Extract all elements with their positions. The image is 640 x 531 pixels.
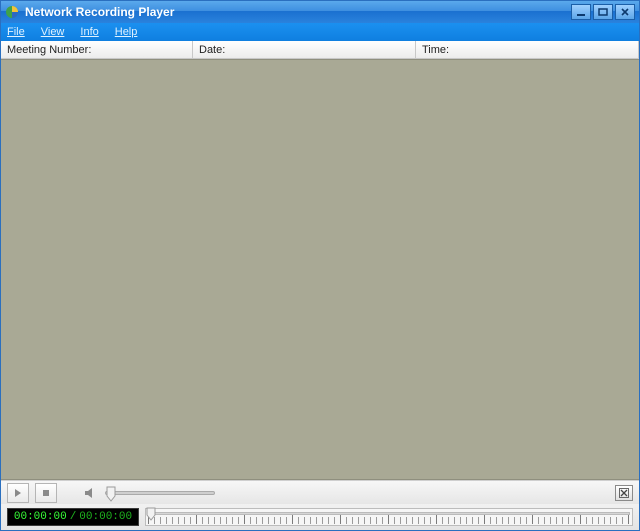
menu-file[interactable]: File [7, 26, 25, 38]
col-meeting: Meeting Number: [1, 41, 193, 58]
time-current: 00:00:00 [14, 511, 67, 523]
panel-close-button[interactable] [615, 485, 633, 501]
info-header-row: Meeting Number: Date: Time: [1, 41, 639, 59]
app-window: Network Recording Player File View Info … [0, 0, 640, 531]
minimize-button[interactable] [571, 4, 591, 20]
col-time: Time: [416, 41, 639, 58]
volume-slider[interactable] [105, 491, 215, 495]
menu-help[interactable]: Help [115, 26, 138, 38]
volume-slider-thumb[interactable] [106, 486, 116, 502]
close-button[interactable] [615, 4, 635, 20]
seek-ticks-major [148, 515, 630, 524]
time-total: 00:00:00 [79, 511, 132, 523]
app-icon [5, 5, 19, 19]
col-date: Date: [193, 41, 416, 58]
playback-controls [1, 480, 639, 504]
window-buttons [571, 4, 635, 20]
seek-slider[interactable] [145, 508, 633, 526]
window-title: Network Recording Player [25, 5, 571, 19]
playback-area [1, 59, 639, 480]
play-button[interactable] [7, 483, 29, 503]
col-meeting-label: Meeting Number: [7, 44, 91, 56]
col-time-label: Time: [422, 44, 449, 56]
volume-icon[interactable] [83, 487, 99, 499]
titlebar: Network Recording Player [1, 1, 639, 23]
close-icon [619, 488, 629, 498]
play-icon [13, 488, 23, 498]
maximize-button[interactable] [593, 4, 613, 20]
col-date-label: Date: [199, 44, 225, 56]
menubar: File View Info Help [1, 23, 639, 41]
stop-icon [41, 488, 51, 498]
seek-slider-thumb[interactable] [146, 507, 156, 524]
timeline-row: 00:00:00 / 00:00:00 [1, 504, 639, 530]
time-separator: / [70, 511, 77, 523]
menu-info[interactable]: Info [80, 26, 98, 38]
menu-view[interactable]: View [41, 26, 65, 38]
time-display: 00:00:00 / 00:00:00 [7, 508, 139, 526]
stop-button[interactable] [35, 483, 57, 503]
